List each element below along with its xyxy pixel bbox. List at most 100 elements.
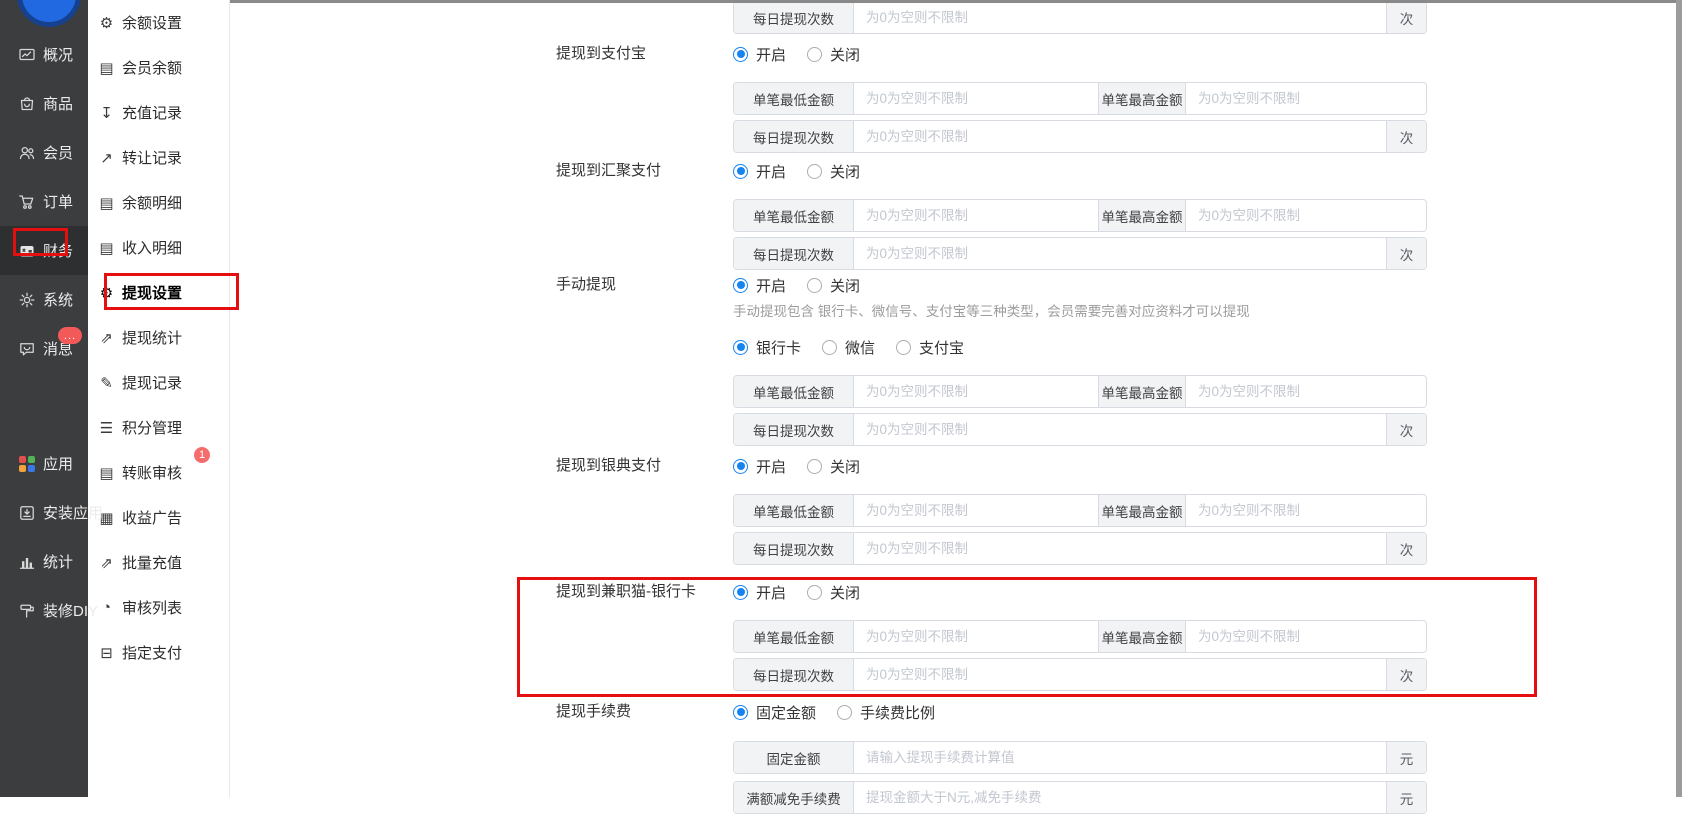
min-amount-input[interactable] [854, 376, 1098, 407]
radio-group: 开启 关闭 [733, 275, 881, 295]
radio-on[interactable]: 开启 [733, 275, 786, 296]
submenu-item-label: 转让记录 [122, 150, 183, 167]
sidebar-item-goods[interactable]: 商品 [0, 79, 88, 128]
fee-waiver-row-input[interactable] [854, 782, 1386, 813]
radio-off[interactable]: 关闭 [807, 275, 860, 296]
input-cell [1186, 83, 1428, 114]
submenu-item-revenue-ads[interactable]: ▦ 收益广告 [88, 495, 229, 540]
min-max-amount-row: 单笔最低金额 单笔最高金额 [733, 199, 1428, 232]
radio-on[interactable]: 开启 [733, 161, 786, 182]
dashboard-icon [18, 46, 36, 64]
submenu-item-withdraw-records[interactable]: ✎ 提现记录 [88, 360, 229, 405]
max-amount-input[interactable] [1186, 495, 1428, 526]
max-amount-input[interactable] [1186, 621, 1428, 652]
gear-icon: ⚙ [99, 284, 114, 302]
min-amount-input[interactable] [854, 621, 1098, 652]
submenu-item-transfer-review[interactable]: ▤ 转账审核 1 [88, 447, 229, 495]
submenu-item-designated-payment[interactable]: ⊟ 指定支付 [88, 630, 229, 675]
input-group-label: 固定金额 [734, 742, 854, 773]
sidebar-item-apps[interactable]: 应用 [0, 439, 88, 488]
radio-dot [807, 46, 823, 62]
submenu-item-transfer-records[interactable]: ↗ 转让记录 [88, 135, 229, 180]
sidebar-item-members[interactable]: 会员 [0, 128, 88, 177]
submenu-item-recharge-records[interactable]: ↧ 充值记录 [88, 90, 229, 135]
daily-count-input[interactable] [854, 533, 1386, 564]
apps-icon [18, 455, 36, 473]
submenu-item-withdraw-settings[interactable]: ⚙ 提现设置 [88, 270, 229, 315]
input-cell [854, 2, 1386, 33]
daily-count-input[interactable] [854, 659, 1386, 690]
radio-on[interactable]: 开启 [733, 456, 786, 477]
submenu-item-review-list[interactable]: ◔ 审核列表 [88, 585, 229, 630]
submenu-item-label: 积分管理 [122, 420, 183, 437]
radio-group: 开启 关闭 [733, 161, 881, 181]
input-cell [1186, 495, 1428, 526]
max-amount-input[interactable] [1186, 83, 1428, 114]
radio-off[interactable]: 关闭 [807, 44, 860, 65]
chat-icon [18, 340, 36, 358]
radio-off[interactable]: 关闭 [807, 456, 860, 477]
field-label: 提现到兼职猫-银行卡 [556, 583, 696, 600]
radio-fee-ratio[interactable]: 手续费比例 [837, 702, 935, 723]
daily-count-row: 每日提现次数 次 [733, 237, 1427, 270]
submenu-item-income-details[interactable]: ▤ 收入明细 [88, 225, 229, 270]
sidebar-item-decorate-diy[interactable]: 装修DIY [0, 586, 98, 635]
sidebar-item-label: 商品 [43, 96, 74, 113]
radio-label: 手续费比例 [860, 704, 936, 722]
daily-count-input[interactable] [854, 414, 1386, 445]
radio-on[interactable]: 开启 [733, 44, 786, 65]
submenu-item-withdraw-stats[interactable]: ⇗ 提现统计 [88, 315, 229, 360]
input-suffix: 次 [1386, 533, 1426, 564]
min-amount-input[interactable] [854, 495, 1098, 526]
input-suffix: 次 [1386, 414, 1426, 445]
sidebar-item-install-apps[interactable]: 安装应用 [0, 488, 103, 537]
input-suffix: 次 [1386, 659, 1426, 690]
radio-on[interactable]: 开启 [733, 582, 786, 603]
daily-count-input[interactable] [854, 121, 1386, 152]
radio-off[interactable]: 关闭 [807, 161, 860, 182]
input-group-label: 单笔最高金额 [1098, 621, 1186, 652]
radio-dot [896, 339, 912, 355]
daily-count-input[interactable] [854, 238, 1386, 269]
sidebar-item-label: 应用 [43, 456, 74, 473]
vertical-scrollbar[interactable] [1676, 0, 1682, 797]
min-amount-input[interactable] [854, 83, 1098, 114]
main-content: 每日提现次数次提现到支付宝开启关闭单笔最低金额单笔最高金额每日提现次数次提现到汇… [230, 0, 1682, 814]
max-amount-input[interactable] [1186, 200, 1428, 231]
fee-waiver-row: 满额减免手续费 元 [733, 781, 1427, 814]
min-amount-input[interactable] [854, 200, 1098, 231]
input-group-label: 单笔最高金额 [1098, 200, 1186, 231]
input-group-label: 每日提现次数 [734, 238, 854, 269]
radio-method-0[interactable]: 银行卡 [733, 337, 801, 358]
radio-fixed-amount[interactable]: 固定金额 [733, 702, 816, 723]
radio-group: 开启 关闭 [733, 456, 881, 476]
radio-label: 关闭 [830, 458, 861, 476]
min-max-amount-row: 单笔最低金额 单笔最高金额 [733, 620, 1428, 653]
sidebar-item-stats[interactable]: 统计 [0, 537, 88, 586]
input-cell [1186, 376, 1428, 407]
share-icon: ↗ [100, 149, 113, 167]
radio-method-2[interactable]: 支付宝 [896, 337, 964, 358]
sidebar-item-label: 装修DIY [43, 603, 99, 620]
input-group-label: 每日提现次数 [734, 659, 854, 690]
radio-group: 银行卡 微信 支付宝 [733, 337, 985, 357]
submenu-item-batch-recharge[interactable]: ⇗ 批量充值 [88, 540, 229, 585]
submenu-item-label: 审核列表 [122, 600, 183, 617]
field-label: 手动提现 [556, 276, 617, 293]
max-amount-input[interactable] [1186, 376, 1428, 407]
radio-method-1[interactable]: 微信 [822, 337, 875, 358]
daily-count-input[interactable] [854, 2, 1386, 33]
sidebar-item-orders[interactable]: 订单 [0, 177, 88, 226]
submenu-item-points-management[interactable]: ☰ 积分管理 [88, 405, 229, 450]
sidebar-item-overview[interactable]: 概况 [0, 30, 88, 79]
fixed-fee-row-input[interactable] [854, 742, 1386, 773]
input-cell [854, 121, 1386, 152]
submenu-item-balance-details[interactable]: ▤ 余额明细 [88, 180, 229, 225]
field-label: 提现到支付宝 [556, 45, 647, 62]
radio-dot [837, 704, 853, 720]
sidebar-item-system[interactable]: 系统 [0, 275, 88, 324]
sidebar-item-finance[interactable]: 财务 [0, 226, 88, 275]
radio-off[interactable]: 关闭 [807, 582, 860, 603]
submenu-item-member-balance[interactable]: ▤ 会员余额 [88, 45, 229, 90]
submenu-item-balance-settings[interactable]: ⚙ 余额设置 [88, 0, 229, 45]
